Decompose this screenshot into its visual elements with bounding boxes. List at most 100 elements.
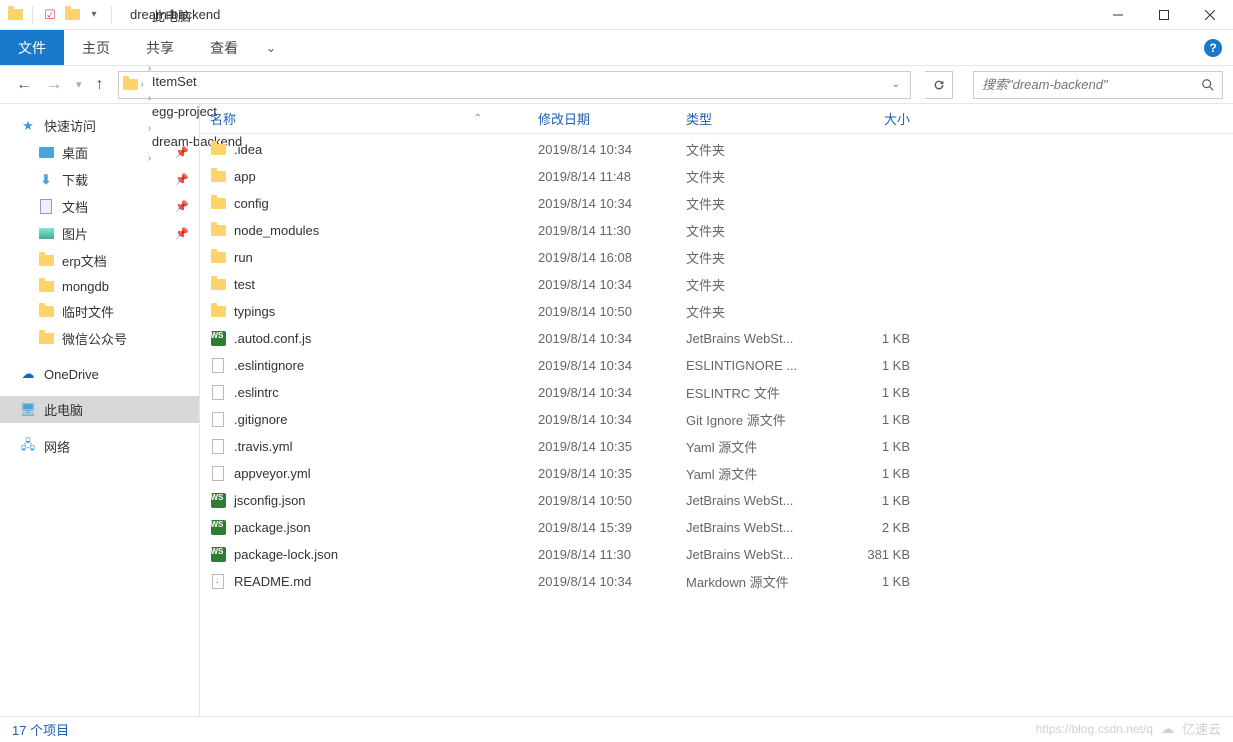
folder-icon <box>210 196 226 212</box>
refresh-button[interactable] <box>925 71 953 99</box>
file-type: Git Ignore 源文件 <box>678 410 828 429</box>
file-size: 1 KB <box>828 493 918 508</box>
file-row[interactable]: appveyor.yml2019/8/14 10:35Yaml 源文件1 KB <box>200 460 1233 487</box>
file-date: 2019/8/14 16:08 <box>530 250 678 265</box>
file-size: 1 KB <box>828 331 918 346</box>
recent-dropdown-icon[interactable]: ▾ <box>76 78 82 91</box>
file-date: 2019/8/14 10:34 <box>530 412 678 427</box>
file-size: 2 KB <box>828 520 918 535</box>
file-row[interactable]: test2019/8/14 10:34文件夹 <box>200 271 1233 298</box>
tab-view[interactable]: 查看 <box>192 30 256 65</box>
file-type: 文件夹 <box>678 221 828 240</box>
nav-row: ← → ▾ ↑ › 此电脑›副主盘 (F:)›ItemSet›egg-proje… <box>0 66 1233 104</box>
file-row[interactable]: WSjsconfig.json2019/8/14 10:50JetBrains … <box>200 487 1233 514</box>
file-row[interactable]: .travis.yml2019/8/14 10:35Yaml 源文件1 KB <box>200 433 1233 460</box>
forward-button[interactable]: → <box>46 76 62 94</box>
search-input[interactable] <box>974 77 1194 92</box>
watermark: https://blog.csdn.net/q ☁ 亿速云 <box>1036 719 1221 738</box>
file-row[interactable]: typings2019/8/14 10:50文件夹 <box>200 298 1233 325</box>
new-folder-icon[interactable] <box>63 6 81 24</box>
sidebar-item[interactable]: 临时文件 <box>0 298 199 325</box>
sidebar-item[interactable]: erp文档 <box>0 247 199 274</box>
folder-icon <box>38 253 54 269</box>
address-bar[interactable]: › 此电脑›副主盘 (F:)›ItemSet›egg-project›dream… <box>118 71 911 99</box>
file-size: 381 KB <box>828 547 918 562</box>
file-row[interactable]: node_modules2019/8/14 11:30文件夹 <box>200 217 1233 244</box>
file-type: JetBrains WebSt... <box>678 520 828 535</box>
ws-icon: WS <box>210 547 226 563</box>
minimize-button[interactable] <box>1095 0 1141 30</box>
up-button[interactable]: ↑ <box>96 76 104 94</box>
close-button[interactable] <box>1187 0 1233 30</box>
file-name: appveyor.yml <box>234 466 311 481</box>
sidebar-item-label: 微信公众号 <box>62 329 127 348</box>
breadcrumb-segment[interactable]: 此电脑 <box>146 6 248 25</box>
folder-icon <box>210 169 226 185</box>
status-bar: 17 个项目 https://blog.csdn.net/q ☁ 亿速云 <box>0 716 1233 742</box>
sidebar-quick-access[interactable]: ★ 快速访问 <box>0 112 199 139</box>
sidebar-item[interactable]: 文档📌 <box>0 193 199 220</box>
column-type[interactable]: 类型 <box>678 109 828 128</box>
file-row[interactable]: README.md2019/8/14 10:34Markdown 源文件1 KB <box>200 568 1233 595</box>
breadcrumb-segment[interactable]: ItemSet <box>146 74 248 89</box>
sidebar-item[interactable]: 图片📌 <box>0 220 199 247</box>
file-name: jsconfig.json <box>234 493 306 508</box>
file-date: 2019/8/14 10:34 <box>530 358 678 373</box>
tab-file[interactable]: 文件 <box>0 30 64 65</box>
sidebar-item-label: 临时文件 <box>62 302 114 321</box>
pin-icon: 📌 <box>175 146 189 159</box>
sidebar-item-label: 桌面 <box>62 143 88 162</box>
help-button[interactable]: ? <box>1193 30 1233 65</box>
file-row[interactable]: WS.autod.conf.js2019/8/14 10:34JetBrains… <box>200 325 1233 352</box>
file-date: 2019/8/14 10:34 <box>530 574 678 589</box>
column-name[interactable]: 名称⌃ <box>200 109 530 128</box>
ws-icon: WS <box>210 331 226 347</box>
file-type: 文件夹 <box>678 302 828 321</box>
sidebar-item[interactable]: 微信公众号 <box>0 325 199 352</box>
sidebar-onedrive[interactable]: ☁ OneDrive <box>0 362 199 386</box>
file-date: 2019/8/14 10:34 <box>530 142 678 157</box>
column-date[interactable]: 修改日期 <box>530 109 678 128</box>
sidebar-item[interactable]: mongdb <box>0 274 199 298</box>
tab-share[interactable]: 共享 <box>128 30 192 65</box>
file-row[interactable]: app2019/8/14 11:48文件夹 <box>200 163 1233 190</box>
address-dropdown-icon[interactable]: ⌄ <box>886 79 906 90</box>
back-button[interactable]: ← <box>16 76 32 94</box>
properties-icon[interactable]: ☑ <box>41 6 59 24</box>
file-date: 2019/8/14 10:35 <box>530 439 678 454</box>
sidebar-item[interactable]: ⬇下载📌 <box>0 166 199 193</box>
pin-icon: 📌 <box>175 173 189 186</box>
file-row[interactable]: WSpackage.json2019/8/14 15:39JetBrains W… <box>200 514 1233 541</box>
file-date: 2019/8/14 11:30 <box>530 547 678 562</box>
search-icon[interactable] <box>1194 78 1222 92</box>
cloud-icon: ☁ <box>20 366 36 382</box>
sidebar-network[interactable]: 🖧 网络 <box>0 433 199 460</box>
search-box[interactable] <box>973 71 1223 99</box>
folder-icon <box>210 142 226 158</box>
file-date: 2019/8/14 10:50 <box>530 304 678 319</box>
file-date: 2019/8/14 10:34 <box>530 385 678 400</box>
file-type: JetBrains WebSt... <box>678 547 828 562</box>
file-name: .autod.conf.js <box>234 331 311 346</box>
sidebar-item[interactable]: 桌面 📌 <box>0 139 199 166</box>
sidebar-this-pc[interactable]: 🖥 此电脑 <box>0 396 199 423</box>
qat-dropdown-icon[interactable]: ▾ <box>85 6 103 24</box>
network-icon: 🖧 <box>20 439 36 455</box>
sidebar-item-label: mongdb <box>62 279 109 294</box>
column-size[interactable]: 大小 <box>828 109 918 128</box>
file-row[interactable]: WSpackage-lock.json2019/8/14 11:30JetBra… <box>200 541 1233 568</box>
maximize-button[interactable] <box>1141 0 1187 30</box>
ws-icon: WS <box>210 520 226 536</box>
sort-indicator-icon: ⌃ <box>474 113 482 124</box>
ribbon-expand-icon[interactable]: ⌄ <box>256 30 286 65</box>
file-row[interactable]: .eslintignore2019/8/14 10:34ESLINTIGNORE… <box>200 352 1233 379</box>
ribbon: 文件 主页 共享 查看 ⌄ ? <box>0 30 1233 66</box>
file-row[interactable]: .eslintrc2019/8/14 10:34ESLINTRC 文件1 KB <box>200 379 1233 406</box>
file-type: 文件夹 <box>678 140 828 159</box>
file-type: Yaml 源文件 <box>678 464 828 483</box>
tab-home[interactable]: 主页 <box>64 30 128 65</box>
file-row[interactable]: run2019/8/14 16:08文件夹 <box>200 244 1233 271</box>
file-row[interactable]: .gitignore2019/8/14 10:34Git Ignore 源文件1… <box>200 406 1233 433</box>
file-row[interactable]: .idea2019/8/14 10:34文件夹 <box>200 136 1233 163</box>
file-row[interactable]: config2019/8/14 10:34文件夹 <box>200 190 1233 217</box>
